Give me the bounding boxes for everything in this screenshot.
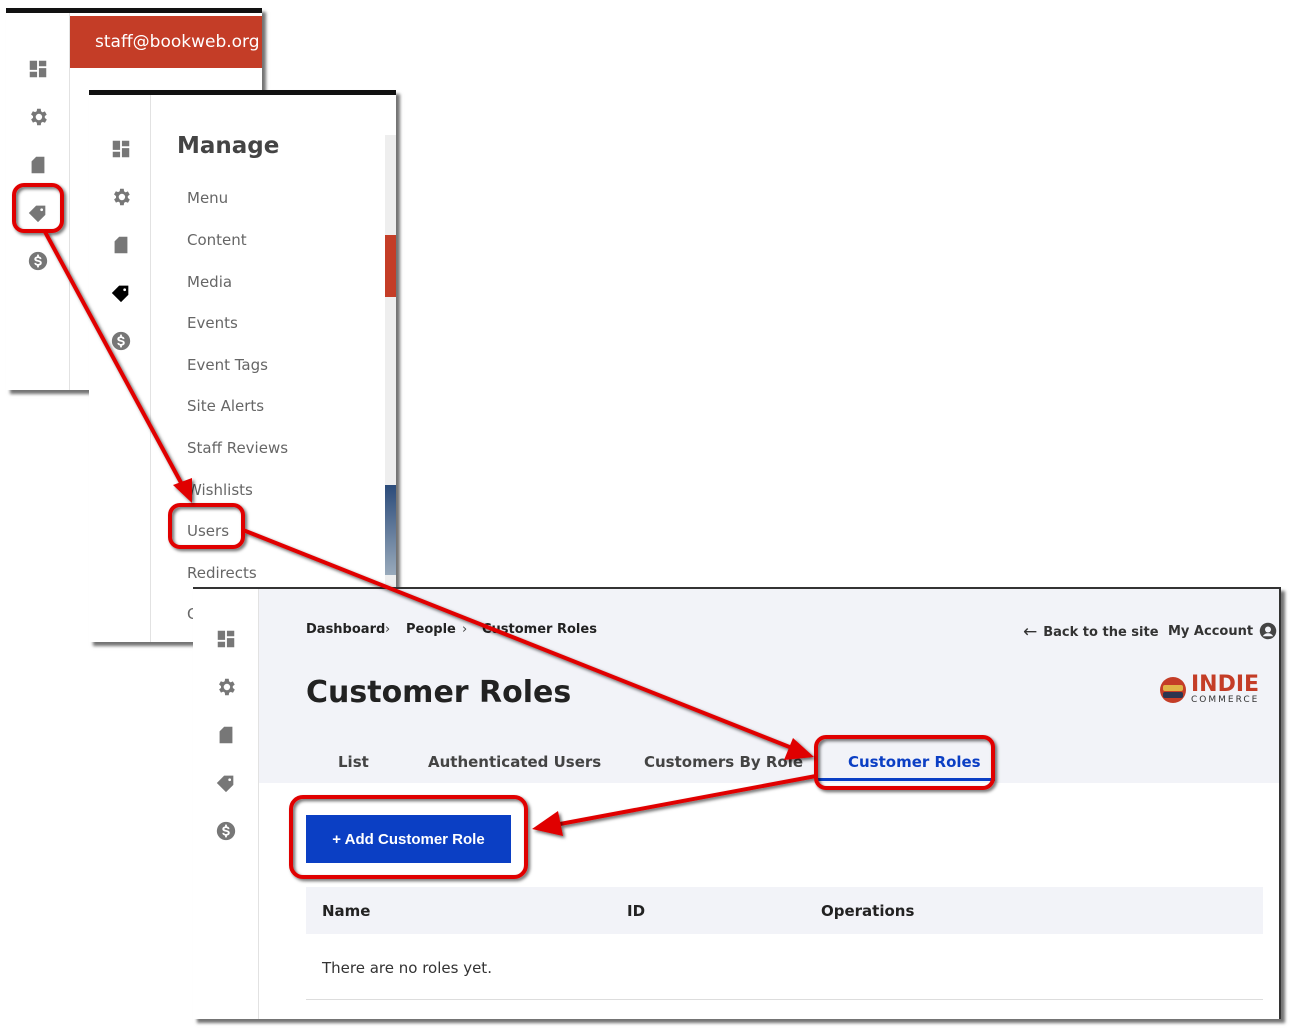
tag-icon[interactable] xyxy=(215,772,237,794)
menu-item-event-tags[interactable]: Event Tags xyxy=(187,356,268,374)
breadcrumb-dashboard[interactable]: Dashboard xyxy=(306,622,385,637)
page-icon[interactable] xyxy=(215,724,237,746)
tag-icon[interactable] xyxy=(27,202,49,224)
page-header: Dashboard › People › Customer Roles ← Ba… xyxy=(259,589,1279,783)
page-icon[interactable] xyxy=(110,234,132,256)
dashboard-icon[interactable] xyxy=(215,628,237,650)
breadcrumb-separator: › xyxy=(462,622,468,637)
back-to-site-label: Back to the site xyxy=(1043,624,1159,640)
table-divider xyxy=(306,999,1263,1000)
column-name: Name xyxy=(322,902,371,920)
menu-item-content[interactable]: Content xyxy=(187,231,247,249)
my-account-label: My Account xyxy=(1168,623,1254,639)
menu-item-wishlists[interactable]: Wishlists xyxy=(187,481,253,499)
my-account-link[interactable]: My Account xyxy=(1168,622,1277,640)
background-page-strip xyxy=(385,135,396,642)
gear-icon[interactable] xyxy=(215,676,237,698)
logo-sub-text: COMMERCE xyxy=(1191,695,1260,705)
page-title: Customer Roles xyxy=(306,675,572,710)
tab-customers-by-role[interactable]: Customers By Role xyxy=(644,753,803,771)
icon-sidebar xyxy=(6,13,70,390)
breadcrumb-separator: › xyxy=(385,622,391,637)
icon-sidebar xyxy=(89,95,151,642)
gear-icon[interactable] xyxy=(110,186,132,208)
add-customer-role-button[interactable]: + Add Customer Role xyxy=(306,815,511,863)
tab-customer-roles[interactable]: Customer Roles xyxy=(848,753,981,771)
tag-icon[interactable] xyxy=(110,282,132,304)
logo-main-text: INDIE xyxy=(1191,672,1260,697)
indie-commerce-logo: INDIE COMMERCE xyxy=(1159,672,1260,705)
menu-item-menu[interactable]: Menu xyxy=(187,189,228,207)
menu-item-users[interactable]: Users xyxy=(187,522,229,540)
arrow-left-icon: ← xyxy=(1023,622,1038,642)
dollar-icon[interactable] xyxy=(110,330,132,352)
active-tab-indicator xyxy=(815,778,995,781)
tab-authenticated-users[interactable]: Authenticated Users xyxy=(428,753,601,771)
back-to-site-link[interactable]: ← Back to the site xyxy=(1023,622,1159,642)
books-logo-icon xyxy=(1160,677,1186,703)
column-operations: Operations xyxy=(821,902,915,920)
page-icon[interactable] xyxy=(27,154,49,176)
gear-icon[interactable] xyxy=(27,106,49,128)
menu-item-site-alerts[interactable]: Site Alerts xyxy=(187,397,264,415)
customer-roles-panel: Dashboard › People › Customer Roles ← Ba… xyxy=(193,587,1281,1019)
breadcrumb-customer-roles: Customer Roles xyxy=(482,622,597,637)
user-avatar-icon xyxy=(1259,622,1277,640)
icon-sidebar xyxy=(193,589,259,1019)
dashboard-icon[interactable] xyxy=(27,58,49,80)
dollar-icon[interactable] xyxy=(215,820,237,842)
dollar-icon[interactable] xyxy=(27,250,49,272)
column-id: ID xyxy=(627,902,646,920)
manage-title: Manage xyxy=(177,133,280,159)
main-content: Dashboard › People › Customer Roles ← Ba… xyxy=(259,589,1279,1019)
menu-item-media[interactable]: Media xyxy=(187,273,232,291)
breadcrumb-people[interactable]: People xyxy=(406,622,456,637)
dashboard-icon[interactable] xyxy=(110,138,132,160)
tab-list[interactable]: List xyxy=(338,753,369,771)
menu-item-staff-reviews[interactable]: Staff Reviews xyxy=(187,439,288,457)
menu-item-redirects[interactable]: Redirects xyxy=(187,564,257,582)
manage-menu-panel: Manage Menu Content Media Events Event T… xyxy=(89,90,396,642)
table-header: Name ID Operations xyxy=(306,887,1263,934)
user-email: staff@bookweb.org xyxy=(70,16,262,68)
empty-table-message: There are no roles yet. xyxy=(322,959,492,977)
menu-item-events[interactable]: Events xyxy=(187,314,238,332)
